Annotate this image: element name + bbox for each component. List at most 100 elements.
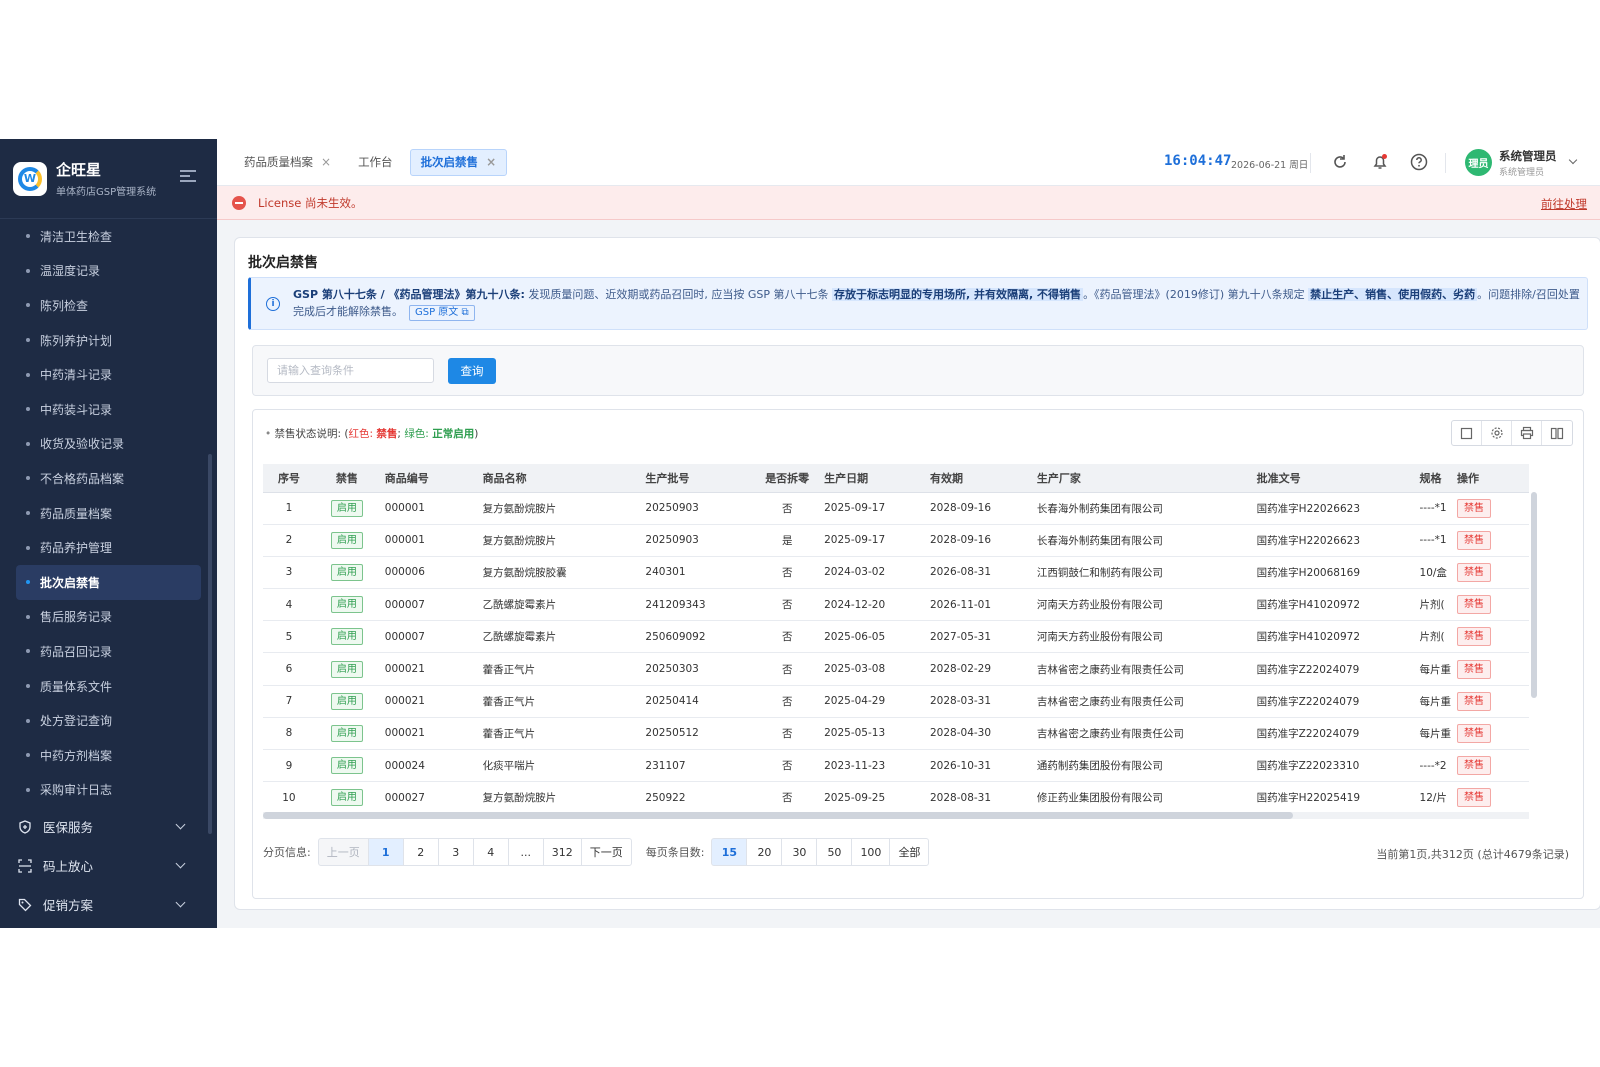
table-row: 10 启用 000027 复方氨酚烷胺片 250922 否 2025-09-25 2028-0…	[263, 781, 1529, 815]
page-size-option[interactable]: 50	[816, 838, 853, 866]
page-title: 批次启禁售	[248, 255, 318, 271]
notice-part1: 发现质量问题、近效期或药品召回时, 应当按 GSP 第八十七条	[524, 288, 833, 301]
sidebar-item[interactable]: 中药方剂档案	[0, 738, 217, 773]
ban-sale-button[interactable]: 禁售	[1457, 595, 1492, 615]
ban-sale-button[interactable]: 禁售	[1457, 691, 1492, 711]
search-input[interactable]	[267, 358, 434, 383]
gsp-original-link[interactable]: GSP 原文 ⧉	[409, 305, 475, 321]
table-row: 7 启用 000021 藿香正气片 20250414 否 2025-04-29 2028-03…	[263, 685, 1529, 718]
tab-item[interactable]: 药品质量档案 ×	[234, 149, 341, 176]
cell-no: 7	[263, 685, 315, 718]
help-icon[interactable]	[1410, 153, 1428, 171]
sidebar-item[interactable]: 处方登记查询	[0, 703, 217, 738]
sidebar-group[interactable]: 医保服务	[0, 807, 217, 846]
ban-sale-button[interactable]: 禁售	[1457, 788, 1492, 808]
license-action-link[interactable]: 前往处理	[1541, 196, 1587, 212]
sidebar-item[interactable]: 采购审计日志	[0, 773, 217, 808]
sidebar-item[interactable]: 温湿度记录	[0, 254, 217, 289]
tag-icon	[18, 898, 32, 912]
cell-mfg: 2025-09-17	[818, 524, 924, 557]
cell-no: 9	[263, 749, 315, 783]
ban-sale-button[interactable]: 禁售	[1457, 498, 1492, 518]
page-size-option[interactable]: 30	[781, 838, 818, 866]
cell-spec: 每片重	[1413, 717, 1452, 751]
sidebar-item[interactable]: 售后服务记录	[0, 600, 217, 635]
cell-approval: 国药准字Z22023310	[1250, 749, 1414, 783]
sidebar-item-label: 药品质量档案	[40, 506, 113, 521]
tab-item[interactable]: 工作台	[348, 149, 403, 176]
cell-spec: ----*2	[1413, 749, 1452, 783]
sidebar-item[interactable]: 不合格药品档案	[0, 461, 217, 496]
sidebar-item[interactable]: 中药装斗记录	[0, 392, 217, 427]
sidebar-item[interactable]: 药品召回记录	[0, 634, 217, 669]
sidebar-scrollbar[interactable]	[208, 454, 212, 834]
sidebar-item-label: 处方登记查询	[40, 714, 113, 729]
cell-spec: 每片重	[1413, 652, 1452, 686]
cell-action: 禁售	[1451, 556, 1529, 590]
ban-sale-button[interactable]: 禁售	[1457, 723, 1492, 743]
sidebar-item[interactable]: 清洁卫生检查	[0, 219, 217, 254]
cell-exp: 2026-11-01	[924, 588, 1031, 622]
page-size-option[interactable]: 15	[711, 838, 748, 866]
page-button[interactable]: 1	[367, 838, 404, 866]
columns-icon[interactable]	[1542, 421, 1572, 445]
table-header: 序号 禁售 商品编号 商品名称 生产批号 是否拆零 生产日期 有效期 生产厂家 批准文号 规格 操作	[263, 464, 1529, 493]
sidebar-group[interactable]: 促销方案	[0, 885, 217, 924]
sidebar-item[interactable]: 质量体系文件	[0, 669, 217, 704]
cell-no: 4	[263, 588, 315, 622]
page-size-option[interactable]: 100	[851, 838, 891, 866]
prev-page-button[interactable]: 上一页	[317, 838, 369, 866]
cell-batch: 250922	[639, 781, 757, 815]
bell-icon[interactable]	[1371, 153, 1389, 171]
table-vertical-scrollbar[interactable]	[1531, 492, 1537, 698]
page-button[interactable]: 3	[437, 838, 474, 866]
sidebar-item[interactable]: 收货及验收记录	[0, 427, 217, 462]
sidebar-item[interactable]: 批次启禁售	[16, 564, 201, 600]
cell-code: 000007	[378, 620, 477, 654]
sidebar-item[interactable]: 中药清斗记录	[0, 357, 217, 392]
page-size-option[interactable]: 全部	[889, 838, 930, 866]
cell-batch: 250609092	[639, 620, 757, 654]
sidebar-group[interactable]: 码上放心	[0, 846, 217, 885]
table-horizontal-scrollbar[interactable]	[263, 812, 1529, 819]
chevron-down-icon[interactable]	[1568, 155, 1578, 165]
fullscreen-icon[interactable]	[1452, 421, 1482, 445]
sidebar-item[interactable]: 陈列检查	[0, 288, 217, 323]
refresh-icon[interactable]	[1331, 153, 1349, 171]
close-icon[interactable]: ×	[486, 155, 496, 169]
ban-sale-button[interactable]: 禁售	[1457, 659, 1492, 679]
next-page-button[interactable]: 下一页	[580, 838, 632, 866]
bullet-icon	[26, 407, 30, 412]
tab-item[interactable]: 批次启禁售 ×	[409, 148, 508, 176]
top-bar: 药品质量档案 × 工作台 批次启禁售 × 16:04:47 2026-06-21 周日 …	[217, 139, 1600, 186]
sidebar-item[interactable]: 陈列养护计划	[0, 323, 217, 358]
close-icon[interactable]: ×	[321, 155, 331, 169]
user-name[interactable]: 系统管理员	[1499, 148, 1557, 164]
ban-sale-button[interactable]: 禁售	[1457, 530, 1492, 550]
page-button[interactable]: 2	[402, 838, 439, 866]
cell-exp: 2027-05-31	[924, 620, 1031, 654]
print-icon[interactable]	[1512, 421, 1542, 445]
avatar[interactable]: 理员	[1465, 149, 1492, 176]
bullet-icon	[26, 303, 30, 308]
search-button[interactable]: 查询	[448, 358, 496, 384]
sidebar-item[interactable]: 药品质量档案	[0, 496, 217, 531]
cell-name: 复方氨酚烷胺片	[476, 524, 640, 557]
cell-code: 000021	[378, 652, 477, 686]
cell-approval: 国药准字H22025419	[1250, 781, 1414, 815]
pagination-summary: 当前第1页,共312页 (总计4679条记录)	[1376, 848, 1569, 861]
page-button[interactable]: 4	[472, 838, 509, 866]
ban-sale-button[interactable]: 禁售	[1457, 627, 1492, 647]
cell-exp: 2028-04-30	[924, 717, 1031, 751]
ban-sale-button[interactable]: 禁售	[1457, 756, 1492, 776]
cell-code: 000021	[378, 685, 477, 718]
page-button[interactable]: 312	[542, 838, 582, 866]
collapse-menu-icon[interactable]	[180, 170, 196, 184]
cell-split: 否	[756, 652, 819, 686]
sidebar-item[interactable]: 药品养护管理	[0, 530, 217, 565]
page-size-option[interactable]: 20	[746, 838, 783, 866]
brand-name: 企旺星	[56, 161, 102, 179]
column-header: 操作	[1451, 464, 1529, 493]
ban-sale-button[interactable]: 禁售	[1457, 562, 1492, 582]
settings-icon[interactable]	[1482, 421, 1512, 445]
